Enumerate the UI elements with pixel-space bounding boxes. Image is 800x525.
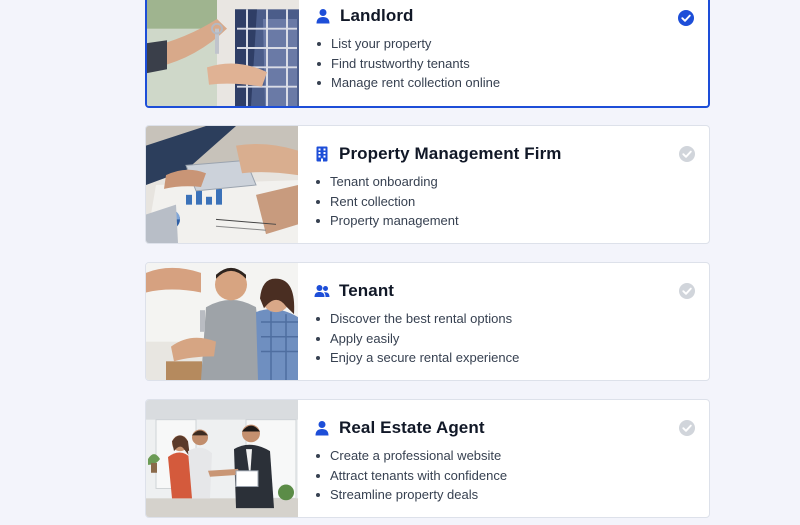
check-circle-icon xyxy=(679,420,695,436)
role-card-real-estate-agent[interactable]: Real Estate Agent Create a professional … xyxy=(145,399,710,518)
check-circle-icon xyxy=(679,146,695,162)
list-item: Discover the best rental options xyxy=(314,309,709,329)
list-item: Streamline property deals xyxy=(314,485,709,505)
user-icon xyxy=(314,420,330,436)
feature-list: Discover the best rental options Apply e… xyxy=(314,309,709,368)
list-item: List your property xyxy=(315,34,708,54)
user-icon xyxy=(315,8,331,24)
role-title: Tenant xyxy=(339,281,395,300)
feature-list: Tenant onboarding Rent collection Proper… xyxy=(314,172,709,231)
list-item: Tenant onboarding xyxy=(314,172,709,192)
list-item: Attract tenants with confidence xyxy=(314,466,709,486)
role-card-tenant[interactable]: Tenant Discover the best rental options … xyxy=(145,262,710,381)
role-title: Real Estate Agent xyxy=(339,418,485,437)
building-icon xyxy=(314,146,330,162)
list-item: Find trustworthy tenants xyxy=(315,54,708,74)
list-item: Rent collection xyxy=(314,192,709,212)
check-circle-icon xyxy=(679,283,695,299)
list-item: Enjoy a secure rental experience xyxy=(314,348,709,368)
list-item: Apply easily xyxy=(314,329,709,349)
list-item: Property management xyxy=(314,211,709,231)
role-title: Property Management Firm xyxy=(339,144,562,163)
role-card-property-management-firm[interactable]: Property Management Firm Tenant onboardi… xyxy=(145,125,710,244)
users-icon xyxy=(314,283,330,299)
list-item: Create a professional website xyxy=(314,446,709,466)
real-estate-agent-photo xyxy=(146,400,298,517)
landlord-photo xyxy=(147,0,299,106)
feature-list: List your property Find trustworthy tena… xyxy=(315,34,708,93)
role-card-landlord[interactable]: Landlord List your property Find trustwo… xyxy=(145,0,710,108)
property-management-photo xyxy=(146,126,298,243)
list-item: Manage rent collection online xyxy=(315,73,708,93)
role-title: Landlord xyxy=(340,6,414,25)
tenant-photo xyxy=(146,263,298,380)
check-circle-icon xyxy=(678,10,694,26)
feature-list: Create a professional website Attract te… xyxy=(314,446,709,505)
